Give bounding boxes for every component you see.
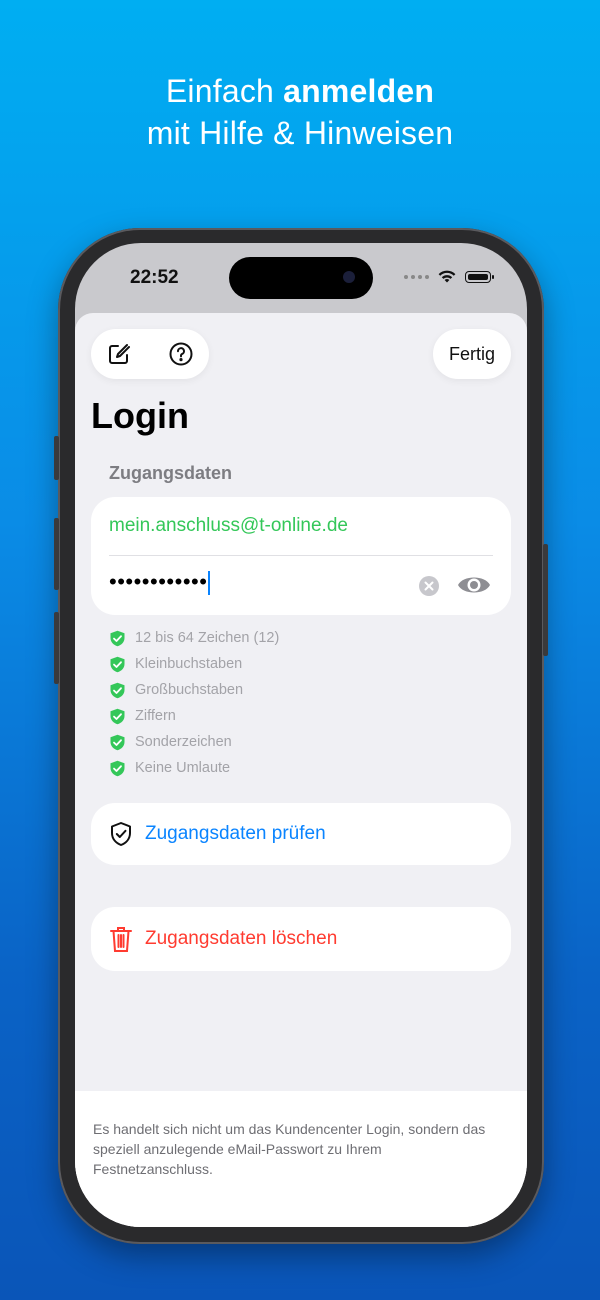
password-rule: Ziffern xyxy=(109,703,279,729)
credentials-card: mein.anschluss@t-online.de •••••••••••• xyxy=(91,497,511,615)
text-caret xyxy=(208,571,211,596)
delete-credentials-label: Zugangsdaten löschen xyxy=(145,928,338,949)
done-button[interactable]: Fertig xyxy=(433,329,511,379)
status-icons xyxy=(404,269,494,284)
shield-check-icon xyxy=(110,760,125,776)
password-rules: 12 bis 64 Zeichen (12) Kleinbuchstaben Gro… xyxy=(109,625,279,781)
password-rule-label: Ziffern xyxy=(135,708,176,724)
clear-icon[interactable] xyxy=(419,576,439,596)
headline-line2: mit Hilfe & Hinweisen xyxy=(146,115,454,151)
password-rule: 12 bis 64 Zeichen (12) xyxy=(109,625,279,651)
dynamic-island xyxy=(229,257,373,299)
phone-volume-up xyxy=(54,518,59,590)
status-time: 22:52 xyxy=(130,267,179,288)
battery-icon xyxy=(465,270,494,283)
password-rule: Keine Umlaute xyxy=(109,755,279,781)
help-icon[interactable] xyxy=(169,342,193,366)
promo-headline: Einfach anmelden mit Hilfe & Hinweisen xyxy=(0,70,600,154)
shield-check-icon xyxy=(111,822,131,846)
headline-light: Einfach xyxy=(165,73,275,109)
password-rule-label: Großbuchstaben xyxy=(135,682,244,698)
phone-screen: 22:52 Fertig Login Zugangsdaten mein.ans… xyxy=(75,243,527,1227)
phone-mute-switch xyxy=(54,436,59,480)
section-header: Zugangsdaten xyxy=(109,463,233,483)
check-credentials-label: Zugangsdaten prüfen xyxy=(145,823,326,844)
login-sheet: Fertig Login Zugangsdaten mein.anschluss… xyxy=(75,313,527,1227)
field-divider xyxy=(109,555,493,556)
password-rule: Großbuchstaben xyxy=(109,677,279,703)
password-rule-label: Sonderzeichen xyxy=(135,734,232,750)
shield-check-icon xyxy=(110,656,125,672)
trash-icon xyxy=(110,927,132,952)
phone-power-button xyxy=(543,544,548,656)
check-credentials-button[interactable]: Zugangsdaten prüfen xyxy=(91,803,511,865)
password-rule-label: 12 bis 64 Zeichen (12) xyxy=(135,630,280,646)
headline-bold: anmelden xyxy=(283,73,435,109)
edit-icon[interactable] xyxy=(107,342,131,366)
password-rule-label: Kleinbuchstaben xyxy=(135,656,243,672)
phone-volume-down xyxy=(54,612,59,684)
signal-icon xyxy=(404,274,429,279)
shield-check-icon xyxy=(110,708,125,724)
page-title: Login xyxy=(91,395,189,436)
shield-check-icon xyxy=(110,734,125,750)
shield-check-icon xyxy=(110,630,125,646)
password-rule: Sonderzeichen xyxy=(109,729,279,755)
status-bar: 22:52 xyxy=(75,243,527,313)
check-credentials-row: Zugangsdaten prüfen xyxy=(109,803,326,865)
password-field[interactable]: •••••••••••• xyxy=(109,569,211,596)
password-rule: Kleinbuchstaben xyxy=(109,651,279,677)
shield-check-icon xyxy=(110,682,125,698)
password-value: •••••••••••• xyxy=(109,569,208,594)
email-field[interactable]: mein.anschluss@t-online.de xyxy=(109,515,348,537)
eye-icon[interactable] xyxy=(457,572,491,598)
wifi-icon xyxy=(438,270,456,283)
delete-credentials-row: Zugangsdaten löschen xyxy=(109,907,337,971)
password-rule-label: Keine Umlaute xyxy=(135,760,231,776)
delete-credentials-button[interactable]: Zugangsdaten löschen xyxy=(91,907,511,971)
footer-text: Es handelt sich nicht um das Kundencente… xyxy=(93,1121,486,1177)
camera-icon xyxy=(343,271,355,283)
footer-note: Es handelt sich nicht um das Kundencente… xyxy=(75,1091,527,1227)
toolbar-left xyxy=(91,329,209,379)
